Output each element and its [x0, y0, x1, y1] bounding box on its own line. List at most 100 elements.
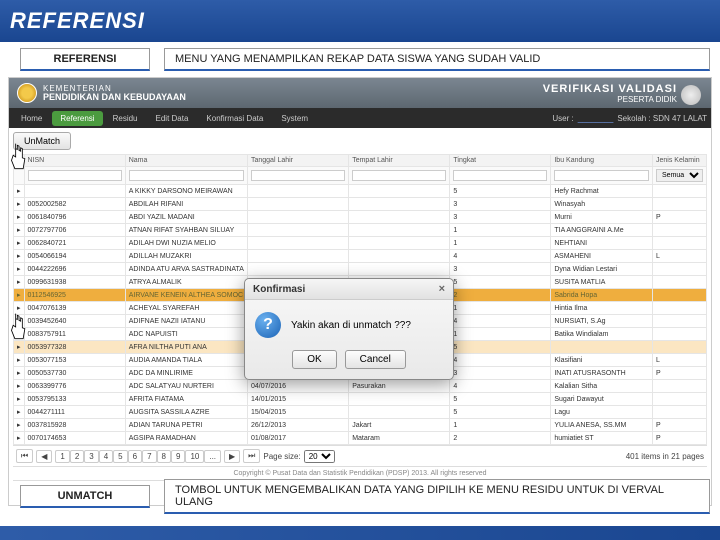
- chevron-right-icon: ▸: [17, 396, 21, 403]
- ok-button[interactable]: OK: [292, 350, 336, 369]
- bottom-strip: [0, 526, 720, 540]
- chevron-right-icon: ▸: [17, 227, 21, 234]
- dialog-titlebar[interactable]: Konfirmasi ×: [245, 279, 453, 300]
- annotation-left-bottom: UNMATCH: [20, 485, 150, 508]
- nav-item-edit-data[interactable]: Edit Data: [148, 111, 197, 126]
- chevron-right-icon: ▸: [17, 305, 21, 312]
- table-row[interactable]: ▸0053795133AFRITA FIATAMA14/01/20155Suga…: [14, 393, 707, 406]
- nav-user-link[interactable]: ________: [578, 114, 614, 123]
- toolbar: UnMatch: [13, 132, 707, 150]
- filter-input[interactable]: [129, 170, 244, 181]
- pager-page[interactable]: 7: [142, 450, 156, 463]
- top-banner: REFERENSI: [0, 0, 720, 42]
- pager-page[interactable]: 2: [70, 450, 84, 463]
- annotation-right-bottom: TOMBOL UNTUK MENGEMBALIKAN DATA YANG DIP…: [164, 479, 710, 514]
- pager-size-label: Page size:: [263, 452, 300, 461]
- cancel-button[interactable]: Cancel: [345, 350, 406, 369]
- dialog-title-text: Konfirmasi: [253, 284, 305, 295]
- table-row[interactable]: ▸0052002582ABDILAH RIFANI3Winasyah: [14, 198, 707, 211]
- column-header[interactable]: [14, 155, 25, 167]
- chevron-right-icon: ▸: [17, 422, 21, 429]
- annotation-left-top: REFERENSI: [20, 48, 150, 71]
- chevron-right-icon: ▸: [17, 214, 21, 221]
- banner-title: REFERENSI: [10, 8, 145, 34]
- pager-page[interactable]: 1: [55, 450, 69, 463]
- verval-line2: PESERTA DIDIK: [543, 95, 677, 104]
- filter-input[interactable]: [352, 170, 446, 181]
- pager-prev[interactable]: ◀: [36, 450, 52, 463]
- close-icon[interactable]: ×: [439, 283, 445, 295]
- pager-page[interactable]: 9: [171, 450, 185, 463]
- table-row[interactable]: ▸0044271111AUGSITA SASSILA AZRE15/04/201…: [14, 406, 707, 419]
- table-row[interactable]: ▸0061840796ABDI YAZIL MADANI3MurniP: [14, 211, 707, 224]
- table-row[interactable]: ▸0070174653AGSIPA RAMADHAN01/08/2017Mata…: [14, 432, 707, 445]
- filter-input[interactable]: [554, 170, 649, 181]
- nav-user-label: User :: [552, 114, 573, 123]
- pager-first[interactable]: ⏮: [16, 449, 33, 463]
- chevron-right-icon: ▸: [17, 292, 21, 299]
- table-row[interactable]: ▸0072797706ATNAN RIFAT SYAHBAN SILUAY1TI…: [14, 224, 707, 237]
- chevron-right-icon: ▸: [17, 409, 21, 416]
- bottom-annotation-row: UNMATCH TOMBOL UNTUK MENGEMBALIKAN DATA …: [0, 479, 720, 514]
- dialog-message: Yakin akan di unmatch ???: [291, 320, 411, 331]
- column-header[interactable]: Ibu Kandung: [551, 155, 653, 167]
- pager-size-select[interactable]: 20: [304, 450, 335, 463]
- column-header[interactable]: NISN: [24, 155, 125, 167]
- pager-next[interactable]: ▶: [224, 450, 240, 463]
- column-header[interactable]: Tanggal Lahir: [247, 155, 348, 167]
- filter-input[interactable]: [28, 170, 122, 181]
- column-header[interactable]: Jenis Kelamin: [653, 155, 707, 167]
- unmatch-button[interactable]: UnMatch: [13, 132, 71, 150]
- table-row[interactable]: ▸0044222696ADINDA ATU ARVA SASTRADINATA3…: [14, 263, 707, 276]
- filter-input[interactable]: [453, 170, 547, 181]
- nav-item-residu[interactable]: Residu: [105, 111, 146, 126]
- table-row[interactable]: ▸0062840721ADILAH DWI NUZIA MELIO1NEHTIA…: [14, 237, 707, 250]
- dialog-buttons: OK Cancel: [245, 344, 453, 379]
- pager-page[interactable]: 6: [128, 450, 142, 463]
- nav-item-referensi[interactable]: Referensi: [52, 111, 102, 126]
- verval-line1: VERIFIKASI VALIDASI: [543, 83, 677, 95]
- column-header[interactable]: Nama: [125, 155, 247, 167]
- chevron-right-icon: ▸: [17, 188, 21, 195]
- nav-item-konfirmasi-data[interactable]: Konfirmasi Data: [198, 111, 271, 126]
- nav-item-system[interactable]: System: [273, 111, 316, 126]
- chevron-right-icon: ▸: [17, 240, 21, 247]
- pager-page[interactable]: 3: [84, 450, 98, 463]
- chevron-right-icon: ▸: [17, 318, 21, 325]
- chevron-right-icon: ▸: [17, 331, 21, 338]
- content-area: UnMatch NISNNamaTanggal LahirTempat Lahi…: [9, 128, 711, 505]
- nav-item-home[interactable]: Home: [13, 111, 50, 126]
- gov-line2: PENDIDIKAN DAN KEBUDAYAAN: [43, 93, 186, 102]
- chevron-right-icon: ▸: [17, 279, 21, 286]
- table-row[interactable]: ▸A KIKKY DARSONO MEIRAWAN5Hefy Rachmat: [14, 185, 707, 198]
- pager: ⏮ ◀ 12345678910... ▶ ⏭ Page size: 20 401…: [13, 445, 707, 466]
- student-icon: [681, 85, 701, 105]
- chevron-right-icon: ▸: [17, 201, 21, 208]
- filter-select[interactable]: Semua: [656, 169, 703, 182]
- app-frame: KEMENTERIAN PENDIDIKAN DAN KEBUDAYAAN VE…: [8, 77, 712, 506]
- filter-input[interactable]: [251, 170, 345, 181]
- table-row[interactable]: ▸0037815928ADIAN TARUNA PETRI26/12/2013J…: [14, 419, 707, 432]
- nav-right: User : ________ Sekolah : SDN 47 LALAT: [552, 114, 707, 123]
- navbar: HomeReferensiResiduEdit DataKonfirmasi D…: [9, 108, 711, 128]
- pager-page[interactable]: ...: [204, 450, 221, 463]
- pager-page[interactable]: 8: [157, 450, 171, 463]
- chevron-right-icon: ▸: [17, 370, 21, 377]
- column-header[interactable]: Tempat Lahir: [349, 155, 450, 167]
- annotation-right-top: MENU YANG MENAMPILKAN REKAP DATA SISWA Y…: [164, 48, 710, 71]
- chevron-right-icon: ▸: [17, 253, 21, 260]
- table-row[interactable]: ▸0063399776ADC SALATYAU NURTERI04/07/201…: [14, 380, 707, 393]
- pager-page[interactable]: 10: [185, 450, 204, 463]
- pager-page[interactable]: 5: [113, 450, 127, 463]
- chevron-right-icon: ▸: [17, 344, 21, 351]
- top-annotation-row: REFERENSI MENU YANG MENAMPILKAN REKAP DA…: [0, 48, 720, 71]
- pager-page[interactable]: 4: [99, 450, 113, 463]
- dialog-body: ? Yakin akan di unmatch ???: [245, 300, 453, 344]
- gov-text: KEMENTERIAN PENDIDIKAN DAN KEBUDAYAAN: [43, 85, 186, 102]
- column-header[interactable]: Tingkat: [450, 155, 551, 167]
- gov-header: KEMENTERIAN PENDIDIKAN DAN KEBUDAYAAN VE…: [9, 78, 711, 108]
- table-row[interactable]: ▸0054066194ADILLAH MUZAKRI4ASMAHENIL: [14, 250, 707, 263]
- pager-summary: 401 items in 21 pages: [626, 452, 704, 461]
- pager-last[interactable]: ⏭: [243, 449, 260, 463]
- confirm-dialog: Konfirmasi × ? Yakin akan di unmatch ???…: [244, 278, 454, 380]
